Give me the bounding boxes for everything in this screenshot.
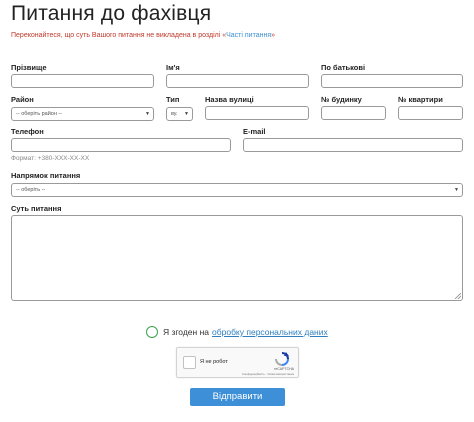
privacy-link[interactable]: обробку персональних даних (212, 327, 328, 337)
surname-label: Прізвище (11, 63, 47, 72)
question-label: Суть питання (11, 204, 62, 213)
patronymic-input[interactable] (321, 74, 463, 88)
district-select-value: -- оберіть район -- (16, 111, 63, 117)
question-textarea[interactable] (11, 215, 463, 301)
direction-select-value: -- оберіть -- (16, 187, 46, 193)
recaptcha-logo-icon (275, 352, 289, 366)
direction-select[interactable]: -- оберіть -- ▼ (11, 183, 463, 197)
surname-input[interactable] (11, 74, 154, 88)
phone-hint: Формат: +380-XXX-XX-XX (11, 155, 90, 162)
district-select[interactable]: -- оберіть район -- ▼ (11, 107, 154, 121)
email-label: E-mail (243, 127, 266, 136)
recaptcha-checkbox[interactable] (183, 356, 196, 369)
chevron-down-icon: ▼ (184, 111, 189, 117)
apartment-label: № квартири (398, 95, 443, 104)
consent-radio[interactable] (146, 326, 158, 338)
phone-input[interactable] (11, 138, 231, 152)
name-label: Ім'я (166, 63, 180, 72)
recaptcha-terms[interactable]: Конфіденційність - Умови використання (242, 372, 294, 376)
name-input[interactable] (166, 74, 309, 88)
consent-text: Я згоден на (163, 327, 210, 337)
phone-label: Телефон (11, 127, 44, 136)
type-label: Тип (166, 95, 180, 104)
district-label: Район (11, 95, 34, 104)
chevron-down-icon: ▼ (145, 111, 150, 117)
direction-label: Напрямок питання (11, 171, 81, 180)
recaptcha-label: Я не робот (200, 359, 228, 365)
type-select-value: ву. (171, 111, 178, 117)
notice: Переконайтеся, що суть Вашого питання не… (11, 32, 275, 39)
house-label: № будинку (321, 95, 362, 104)
email-input[interactable] (243, 138, 463, 152)
street-label: Назва вулиці (205, 95, 254, 104)
chevron-down-icon: ▼ (454, 187, 459, 193)
recaptcha-widget: Я не робот reCAPTCHA Конфіденційність - … (176, 347, 299, 378)
resize-handle-icon[interactable] (455, 293, 461, 299)
submit-button[interactable]: Відправити (190, 388, 285, 406)
page-title: Питання до фахівця (11, 2, 212, 25)
house-input[interactable] (321, 106, 386, 120)
street-input[interactable] (205, 106, 309, 120)
patronymic-label: По батькові (321, 63, 366, 72)
type-select[interactable]: ву. ▼ (166, 107, 193, 121)
apartment-input[interactable] (398, 106, 463, 120)
notice-text: Переконайтеся, що суть Вашого питання не… (11, 32, 227, 39)
faq-link[interactable]: Часті питання (226, 32, 271, 39)
notice-end: » (271, 32, 276, 39)
consent-row: Я згоден на обробку персональних даних (146, 325, 328, 339)
recaptcha-brand: reCAPTCHA (274, 367, 294, 371)
